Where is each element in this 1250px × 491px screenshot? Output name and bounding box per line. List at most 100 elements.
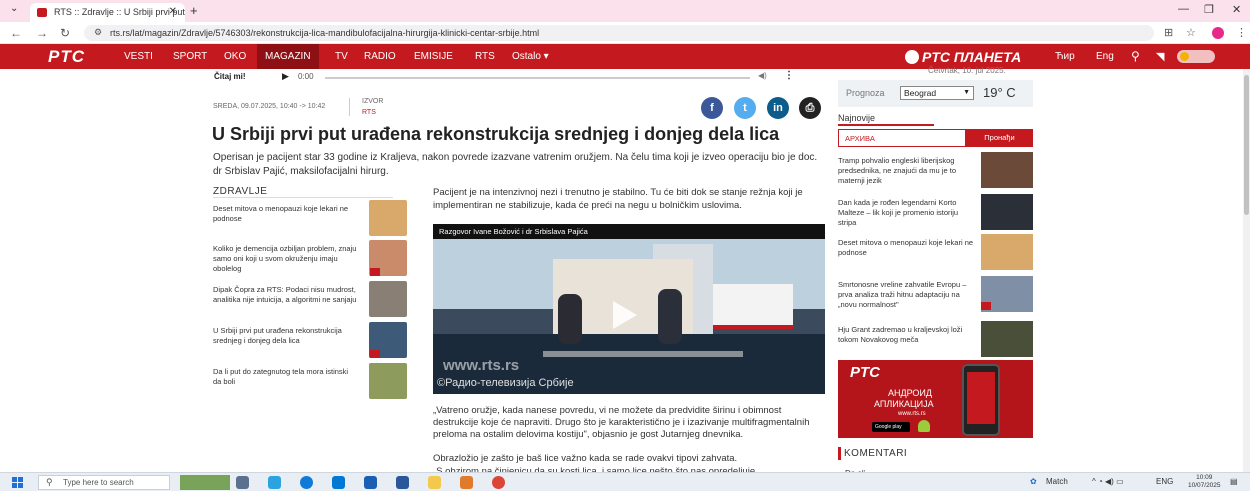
close-window-icon[interactable]: ✕ bbox=[1232, 3, 1241, 16]
article-date: SREDA, 09.07.2025, 10:40 -> 10:42 bbox=[213, 103, 326, 110]
play-icon[interactable]: ▶ bbox=[282, 71, 289, 82]
notifications-icon[interactable]: ▤ bbox=[1230, 477, 1238, 486]
twitter-share-icon[interactable]: t bbox=[734, 97, 756, 119]
related-item[interactable]: Koliko je demencija ozbiljan problem, zn… bbox=[213, 240, 407, 284]
video-play-icon[interactable] bbox=[613, 301, 637, 329]
page-scrollbar[interactable] bbox=[1243, 69, 1250, 472]
input-language[interactable]: ENG bbox=[1156, 477, 1173, 486]
windows-start-icon[interactable] bbox=[12, 477, 23, 488]
related-item[interactable]: Dipak Čopra za RTS: Podaci nisu mudrost,… bbox=[213, 281, 407, 325]
minimize-icon[interactable]: — bbox=[1178, 3, 1189, 15]
nav-item-oko[interactable]: OKO bbox=[224, 51, 246, 62]
latest-news-item[interactable]: Dan kada je rođen legendarni Korto Malte… bbox=[838, 194, 1033, 238]
rts-logo[interactable]: PTC bbox=[48, 47, 85, 67]
taskbar-news[interactable]: Match bbox=[1046, 477, 1068, 486]
profile-avatar[interactable] bbox=[1212, 27, 1224, 39]
bookmark-star-icon[interactable]: ☆ bbox=[1186, 26, 1196, 39]
meta-divider bbox=[349, 98, 350, 116]
android-app-ad[interactable]: PTC АНДРОИД АПЛИКАЦИЈА www.rts.rs Google… bbox=[838, 360, 1033, 438]
rts-favicon-icon bbox=[37, 8, 47, 17]
chrome-icon[interactable] bbox=[492, 476, 505, 489]
file-explorer-icon[interactable] bbox=[428, 476, 441, 489]
close-tab-icon[interactable]: ✕ bbox=[169, 6, 177, 17]
taskbar-widget-image[interactable] bbox=[180, 475, 230, 490]
article-lead: Operisan je pacijent star 33 godine iz K… bbox=[213, 152, 818, 177]
reload-icon[interactable]: ↻ bbox=[60, 26, 70, 40]
audio-more-icon[interactable]: ⋮ bbox=[784, 70, 794, 81]
latest-news-item[interactable]: Tramp pohvalio engleski liberijskog pred… bbox=[838, 152, 1033, 196]
rss-icon[interactable]: ◥ bbox=[1156, 50, 1164, 63]
video-player[interactable]: www.rts.rs ©Радио-телевизија Србије bbox=[433, 239, 825, 394]
theme-toggle[interactable] bbox=[1177, 50, 1215, 63]
audio-time: 0:00 bbox=[298, 72, 314, 81]
latest-news-item[interactable]: Hju Grant zadremao u kraljevskoj loži to… bbox=[838, 321, 1033, 365]
rts-planeta-link[interactable]: PTC ПЛАНЕТА bbox=[905, 49, 1021, 65]
city-select[interactable]: Beograd ▼ bbox=[900, 86, 974, 100]
weather-widget-icon[interactable]: ✿ bbox=[1030, 477, 1037, 486]
audio-progress-bar[interactable] bbox=[325, 77, 750, 79]
nav-item-tv[interactable]: TV bbox=[335, 51, 348, 62]
url-text: rts.rs/lat/magazin/Zdravlje/5746303/reko… bbox=[110, 28, 540, 38]
article-paragraph: „Vatreno oružje, kada nanese povredu, vi… bbox=[433, 405, 810, 440]
article-paragraph: Obrazložio je zašto je baš lice važno ka… bbox=[433, 453, 738, 464]
edge-icon[interactable] bbox=[300, 476, 313, 489]
source-value[interactable]: RTS bbox=[362, 109, 376, 116]
ambulance bbox=[713, 284, 793, 329]
browser-tab-bar: ⌄ RTS :: Zdravlje :: U Srbiji prvi put ✕… bbox=[0, 0, 1250, 22]
english-switch[interactable]: Eng bbox=[1096, 51, 1114, 62]
latest-tab[interactable]: Najnovije bbox=[838, 113, 875, 123]
word-icon[interactable] bbox=[396, 476, 409, 489]
cyrillic-switch[interactable]: Ћир bbox=[1055, 51, 1075, 62]
new-tab-button[interactable]: + bbox=[190, 3, 198, 18]
latest-tab-underline bbox=[838, 124, 934, 126]
nav-item-radio[interactable]: RADIO bbox=[364, 51, 396, 62]
related-thumbnail bbox=[369, 363, 407, 399]
url-field[interactable]: ⚙ rts.rs/lat/magazin/Zdravlje/5746303/re… bbox=[84, 25, 1154, 41]
taskbar-search[interactable]: ⚲ Type here to search bbox=[38, 475, 170, 490]
latest-news-item[interactable]: Smrtonosne vreline zahvatile Evropu – pr… bbox=[838, 276, 1033, 320]
related-section-title[interactable]: ZDRAVLJE bbox=[213, 186, 267, 197]
volume-icon[interactable]: ◀) bbox=[758, 71, 767, 80]
nav-item-ostalo[interactable]: Ostalo ▾ bbox=[512, 51, 549, 62]
tray-icons[interactable]: ^ ◔ ◀) ▭ bbox=[1092, 477, 1124, 486]
scrollbar-thumb[interactable] bbox=[1244, 75, 1249, 215]
related-item[interactable]: Deset mitova o menopauzi koje lekari ne … bbox=[213, 200, 407, 244]
translate-icon[interactable]: ⊞ bbox=[1164, 26, 1173, 39]
related-title: Da li put do zategnutog tela mora istins… bbox=[213, 367, 349, 386]
tab-list-icon[interactable]: ⌄ bbox=[10, 3, 18, 14]
video-copyright: ©Радио-телевизија Србије bbox=[437, 377, 574, 389]
forward-icon[interactable]: → bbox=[36, 26, 48, 40]
nav-item-sport[interactable]: SPORT bbox=[173, 51, 207, 62]
windows-taskbar: ⚲ Type here to search ✿ Match ^ ◔ ◀) ▭ E… bbox=[0, 472, 1250, 491]
app-icon[interactable] bbox=[332, 476, 345, 489]
related-item[interactable]: U Srbiji prvi put urađena rekonstrukcija… bbox=[213, 322, 407, 366]
app-icon[interactable] bbox=[364, 476, 377, 489]
current-date: Četvrtak, 10. jul 2025. bbox=[928, 66, 1006, 75]
nav-item-emisije[interactable]: EMISIJE bbox=[414, 51, 453, 62]
app-icon[interactable] bbox=[460, 476, 473, 489]
news-title: Hju Grant zadremao u kraljevskoj loži to… bbox=[838, 325, 963, 344]
address-bar-row: ← → ↻ ⚙ rts.rs/lat/magazin/Zdravlje/5746… bbox=[0, 22, 1250, 44]
nav-item-magazin[interactable]: MAGAZIN bbox=[257, 44, 319, 69]
temperature: 19° C bbox=[983, 85, 1016, 100]
back-icon[interactable]: ← bbox=[10, 26, 22, 40]
archive-search-button[interactable]: Пронађи bbox=[966, 129, 1033, 147]
linkedin-share-icon[interactable]: in bbox=[767, 97, 789, 119]
restore-icon[interactable]: ❐ bbox=[1204, 3, 1214, 16]
search-icon[interactable]: ⚲ bbox=[1131, 49, 1140, 63]
related-item[interactable]: Da li put do zategnutog tela mora istins… bbox=[213, 363, 407, 407]
site-info-icon[interactable]: ⚙ bbox=[94, 27, 102, 38]
facebook-share-icon[interactable]: f bbox=[701, 97, 723, 119]
browser-tab[interactable]: RTS :: Zdravlje :: U Srbiji prvi put ✕ bbox=[30, 3, 185, 22]
app-icon[interactable] bbox=[268, 476, 281, 489]
task-view-icon[interactable] bbox=[236, 476, 249, 489]
nav-item-rts[interactable]: RTS bbox=[475, 51, 495, 62]
archive-input[interactable]: АРХИВА bbox=[838, 129, 966, 147]
nav-item-vesti[interactable]: VESTI bbox=[124, 51, 153, 62]
browser-menu-icon[interactable]: ⋮ bbox=[1236, 26, 1247, 39]
latest-news-item[interactable]: Deset mitova o menopauzi koje lekari ne … bbox=[838, 234, 1033, 278]
taskbar-clock[interactable]: 10:09 10/07/2025 bbox=[1188, 474, 1221, 490]
article-title: U Srbiji prvi put urađena rekonstrukcija… bbox=[212, 124, 780, 144]
print-icon[interactable]: ⎙ bbox=[799, 97, 821, 119]
news-title: Smrtonosne vreline zahvatile Evropu – pr… bbox=[838, 280, 967, 309]
